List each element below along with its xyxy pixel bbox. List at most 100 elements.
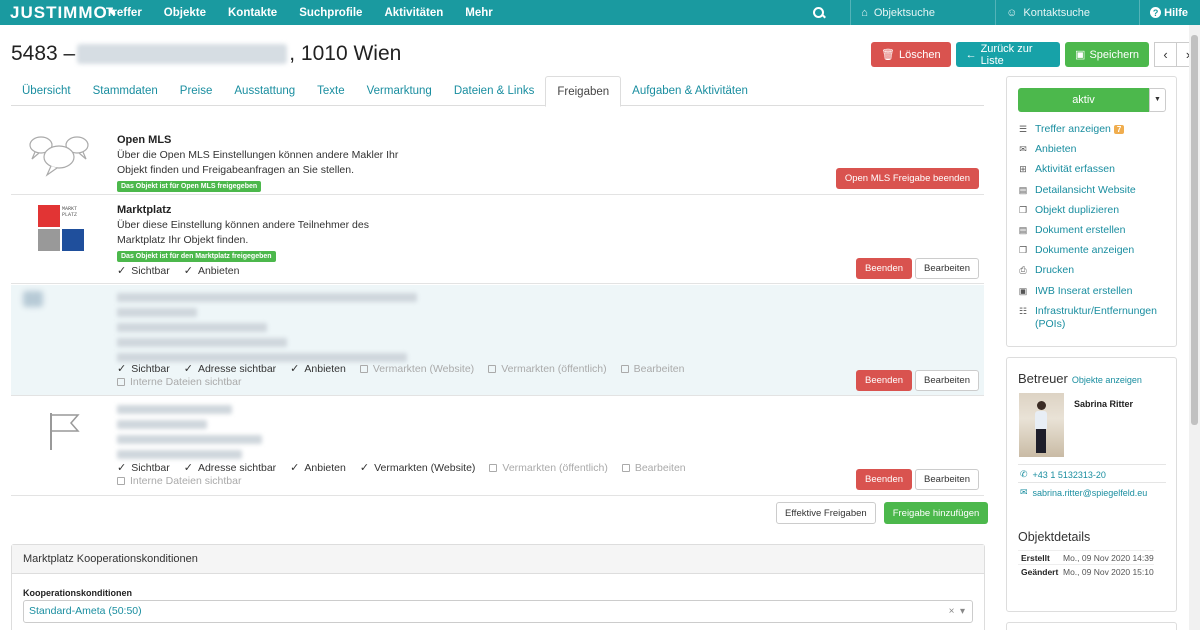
share-row-open-mls: Open MLS Über die Open MLS Einstellungen…: [11, 125, 984, 195]
marktplatz-actions: Beenden Bearbeiten: [856, 258, 979, 279]
open-mls-desc-line2: Objekt finden und Freigabeanfragen an Si…: [117, 164, 354, 176]
contact-search-field[interactable]: ☺ Kontaktsuche: [996, 7, 1139, 19]
agent-box: Betreuer Objekte anzeigen Sabrina Ritter …: [1006, 357, 1177, 612]
permission-label: Interne Dateien sichtbar: [130, 376, 242, 388]
redacted-line: [117, 420, 207, 429]
cooperation-select[interactable]: Standard-Ameta (50:50) × ▾: [23, 600, 973, 623]
detail-value: Mo., 09 Nov 2020 14:39: [1063, 552, 1154, 563]
link-aktivitaet-erfassen[interactable]: ⊞ Aktivität erfassen: [1018, 163, 1165, 183]
permission-checked: ✓ Anbieten: [290, 362, 346, 376]
permission-unchecked: Interne Dateien sichtbar: [117, 376, 241, 388]
agent-phone[interactable]: ✆ +43 1 5132313-20: [1020, 469, 1106, 480]
link-drucken[interactable]: ⎙ Drucken: [1018, 264, 1165, 284]
link-dokument-erstellen[interactable]: ▤ Dokument erstellen: [1018, 224, 1165, 244]
checkbox-empty-icon: [359, 364, 368, 373]
brand-logo[interactable]: JUSTIMMO: [0, 3, 117, 23]
tab-stammdaten[interactable]: Stammdaten: [82, 76, 169, 106]
permission-checked: ✓ Sichtbar: [117, 362, 170, 376]
arrow-left-icon: ←: [965, 48, 977, 61]
link-label: Dokumente anzeigen: [1035, 244, 1135, 257]
details-heading: Objektdetails: [1018, 530, 1091, 544]
checkbox-empty-icon: [489, 463, 498, 472]
save-button[interactable]: ▣ Speichern: [1065, 42, 1149, 67]
share3-permissions: ✓ Sichtbar ✓ Adresse sichtbar ✓ Anbieten Ve…: [117, 362, 697, 388]
agent-name: Sabrina Ritter: [1074, 399, 1134, 409]
object-search-field[interactable]: ⌂ Objektsuche: [851, 7, 995, 19]
nav-item-objekte[interactable]: Objekte: [164, 7, 206, 19]
link-dokumente-anzeigen[interactable]: ❐ Dokumente anzeigen: [1018, 244, 1165, 264]
add-share-button[interactable]: Freigabe hinzufügen: [883, 502, 989, 524]
print-icon: ⎙: [1019, 265, 1027, 276]
end-share-button[interactable]: Beenden: [856, 258, 913, 279]
permission-label: Sichtbar: [131, 461, 170, 474]
permission-checked: ✓ Sichtbar: [117, 461, 170, 475]
redacted-street: [77, 44, 288, 64]
link-detailansicht-website[interactable]: ▤ Detailansicht Website: [1018, 184, 1165, 204]
share-row-redacted: ✓ Sichtbar ✓ Adresse sichtbar ✓ Anbieten Ve…: [11, 285, 984, 396]
checkbox-empty-icon: [488, 364, 497, 373]
divider: [1018, 464, 1166, 465]
edit-share-button[interactable]: Bearbeiten: [915, 469, 979, 490]
tab-ausstattung[interactable]: Ausstattung: [223, 76, 306, 106]
cooperation-panel: Marktplatz Kooperationskonditionen Koope…: [11, 544, 985, 630]
cooperation-heading: Marktplatz Kooperationskonditionen: [12, 545, 984, 574]
end-share-button[interactable]: Beenden: [856, 370, 913, 391]
permission-label: Anbieten: [304, 461, 346, 474]
permission-unchecked: Vermarkten (öffentlich): [489, 461, 608, 474]
permission-unchecked: Vermarkten (Website): [359, 362, 474, 375]
tab-preise[interactable]: Preise: [169, 76, 224, 106]
chevron-left-icon[interactable]: ‹: [1154, 42, 1177, 67]
clear-and-caret-icon[interactable]: × ▾: [949, 601, 965, 622]
back-label: Zurück zur Liste: [980, 42, 1033, 67]
page-scrollbar[interactable]: [1189, 25, 1200, 630]
delete-button[interactable]: 🗑 Löschen: [871, 42, 951, 67]
tab-uebersicht[interactable]: Übersicht: [11, 76, 82, 106]
link-label: Detailansicht Website: [1035, 183, 1136, 196]
cooperation-value: Standard-Ameta (50:50): [29, 605, 142, 617]
detail-key: Geändert: [1021, 566, 1059, 577]
help-link[interactable]: ? Hilfe: [1140, 7, 1200, 19]
count-badge: 7: [1113, 125, 1125, 134]
tab-dateien-links[interactable]: Dateien & Links: [443, 76, 546, 106]
link-infrastruktur[interactable]: ☷ Infrastruktur/Entfernungen (POIs): [1018, 305, 1165, 333]
scrollbar-thumb[interactable]: [1191, 35, 1198, 425]
nav-item-suchprofile[interactable]: Suchprofile: [299, 7, 362, 19]
permission-label: Anbieten: [304, 362, 346, 375]
agent-heading: Betreuer Objekte anzeigen: [1018, 371, 1142, 386]
user-icon: ☺: [1006, 6, 1018, 19]
permission-label: Anbieten: [197, 264, 240, 277]
link-iwb-inserat[interactable]: ▣ IWB Inserat erstellen: [1018, 285, 1165, 305]
plus-square-icon: ⊞: [1019, 164, 1027, 175]
end-share-button[interactable]: Beenden: [856, 469, 913, 490]
tab-texte[interactable]: Texte: [306, 76, 356, 106]
agent-email[interactable]: ✉ sabrina.ritter@spiegelfeld.eu: [1020, 487, 1147, 498]
tab-freigaben[interactable]: Freigaben: [545, 76, 622, 107]
caret-down-icon[interactable]: ▼: [1149, 88, 1166, 112]
tab-aufgaben[interactable]: Aufgaben & Aktivitäten: [621, 76, 759, 106]
permission-checked: ✓ Anbieten: [183, 264, 240, 278]
status-button[interactable]: aktiv: [1018, 88, 1149, 112]
search-icon[interactable]: [812, 6, 826, 20]
nav-item-mehr[interactable]: Mehr: [465, 7, 492, 19]
marktplatz-title: Marktplatz: [117, 204, 172, 216]
agent-objects-link[interactable]: Objekte anzeigen: [1072, 375, 1142, 385]
permission-label: Adresse sichtbar: [197, 461, 277, 474]
end-open-mls-button[interactable]: Open MLS Freigabe beenden: [835, 168, 979, 189]
file-icon: ▤: [1018, 224, 1028, 235]
link-anbieten[interactable]: ✉ Anbieten: [1018, 143, 1165, 163]
nav-item-kontakte[interactable]: Kontakte: [228, 7, 277, 19]
permission-label: Sichtbar: [131, 362, 170, 375]
check-icon: ✓: [183, 265, 193, 277]
edit-share-button[interactable]: Bearbeiten: [915, 370, 979, 391]
redacted-text: [117, 405, 317, 465]
link-objekt-duplizieren[interactable]: ❐ Objekt duplizieren: [1018, 204, 1165, 224]
back-to-list-button[interactable]: ← Zurück zur Liste: [955, 42, 1061, 67]
checkbox-empty-icon: [117, 378, 125, 386]
link-treffer-anzeigen[interactable]: ☰ Treffer anzeigen 7: [1018, 123, 1165, 143]
nav-item-aktivitaeten[interactable]: Aktivitäten: [384, 7, 443, 19]
effective-shares-button[interactable]: Effektive Freigaben: [776, 502, 876, 524]
help-label: Hilfe: [1164, 6, 1188, 19]
tab-vermarktung[interactable]: Vermarktung: [356, 76, 443, 106]
checkbox-empty-icon: [620, 364, 629, 373]
edit-share-button[interactable]: Bearbeiten: [915, 258, 979, 279]
